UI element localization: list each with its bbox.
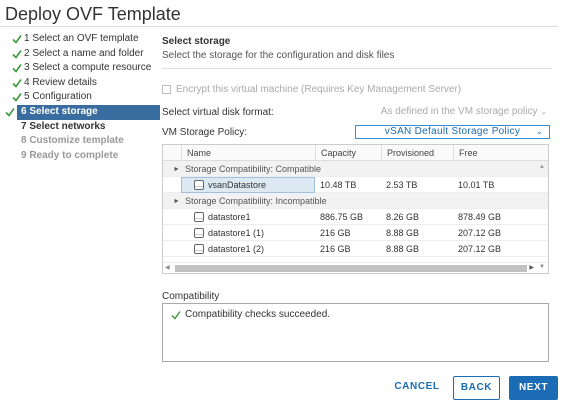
column-header-name[interactable]: Name bbox=[181, 145, 315, 161]
check-icon bbox=[5, 108, 15, 117]
cell-name: datastore1 (2) bbox=[208, 244, 265, 254]
disk-format-value: As defined in the VM storage policy bbox=[380, 106, 538, 117]
table-row[interactable]: datastore1 886.75 GB 8.26 GB 878.49 GB bbox=[163, 209, 548, 225]
compatibility-label: Compatibility bbox=[162, 291, 220, 302]
column-header-free[interactable]: Free bbox=[453, 145, 537, 161]
cell-provisioned: 8.26 GB bbox=[386, 212, 420, 222]
cell-free: 10.01 TB bbox=[458, 180, 495, 190]
wizard-step-label: 4 Review details bbox=[24, 76, 97, 88]
check-icon bbox=[171, 311, 181, 320]
scroll-left-icon[interactable]: ◀ bbox=[165, 264, 170, 271]
encrypt-option: Encrypt this virtual machine (Requires K… bbox=[162, 84, 461, 95]
cancel-button[interactable]: CANCEL bbox=[392, 376, 442, 400]
scrollbar-thumb[interactable] bbox=[175, 265, 527, 272]
disk-format-select[interactable]: As defined in the VM storage policy ⌄ bbox=[358, 106, 553, 117]
check-icon bbox=[12, 78, 22, 88]
column-header-provisioned[interactable]: Provisioned bbox=[381, 145, 453, 161]
cell-capacity: 886.75 GB bbox=[320, 212, 364, 222]
encrypt-checkbox[interactable] bbox=[162, 85, 171, 94]
wizard-step-2[interactable]: 2 Select a name and folder bbox=[4, 47, 160, 62]
wizard-step-8: 8 Customize template bbox=[17, 134, 160, 149]
cell-capacity: 216 GB bbox=[320, 244, 351, 254]
scroll-up-icon[interactable]: ▲ bbox=[539, 164, 545, 170]
wizard-step-5[interactable]: 5 Configuration bbox=[4, 90, 160, 105]
policy-value: vSAN Default Storage Policy bbox=[384, 126, 521, 137]
datastore-icon bbox=[194, 212, 204, 222]
chevron-down-icon: ⌄ bbox=[540, 107, 547, 116]
cell-provisioned: 8.88 GB bbox=[386, 244, 420, 254]
policy-label: VM Storage Policy: bbox=[162, 127, 248, 138]
expand-icon[interactable]: ▲ bbox=[167, 198, 183, 205]
wizard-step-label: 1 Select an OVF template bbox=[24, 33, 139, 44]
section-subtitle: Select the storage for the configuration… bbox=[162, 50, 395, 61]
compatibility-box: Compatibility checks succeeded. bbox=[162, 303, 549, 362]
wizard-step-3[interactable]: 3 Select a compute resource bbox=[4, 61, 160, 76]
wizard-step-label: 6 Select storage bbox=[21, 105, 98, 117]
wizard-steps: 1 Select an OVF template 2 Select a name … bbox=[4, 32, 160, 163]
policy-select[interactable]: vSAN Default Storage Policy ⌄ bbox=[355, 125, 550, 139]
wizard-step-6[interactable]: 6 Select storage bbox=[5, 104, 160, 120]
wizard-step-label: 3 Select a compute resource bbox=[24, 62, 152, 74]
wizard-step-label: 7 Select networks bbox=[21, 120, 106, 132]
check-icon bbox=[12, 35, 22, 44]
cell-free: 207.12 GB bbox=[458, 244, 502, 254]
expand-icon[interactable]: ▲ bbox=[167, 166, 183, 173]
datastore-icon bbox=[194, 180, 204, 190]
cell-free: 207.12 GB bbox=[458, 228, 502, 238]
column-header-capacity[interactable]: Capacity bbox=[315, 145, 381, 161]
scroll-down-icon[interactable]: ▼ bbox=[539, 264, 545, 270]
cell-provisioned: 2.53 TB bbox=[386, 180, 418, 190]
cell-name: datastore1 bbox=[208, 212, 251, 222]
page-title: Deploy OVF Template bbox=[5, 4, 181, 24]
table-row[interactable]: datastore1 (1) 216 GB 8.88 GB 207.12 GB bbox=[163, 225, 548, 241]
cell-free: 878.49 GB bbox=[458, 212, 502, 222]
wizard-step-label: 2 Select a name and folder bbox=[24, 47, 144, 59]
cell-provisioned: 8.88 GB bbox=[386, 228, 420, 238]
cell-capacity: 10.48 TB bbox=[320, 180, 357, 190]
wizard-step-1[interactable]: 1 Select an OVF template bbox=[4, 32, 160, 47]
group-label: Storage Compatibility: Compatible bbox=[185, 164, 322, 174]
check-icon bbox=[12, 64, 22, 73]
group-row[interactable]: ▲ Storage Compatibility: Compatible bbox=[163, 161, 548, 177]
group-row[interactable]: ▲ Storage Compatibility: Incompatible bbox=[163, 193, 548, 209]
title-divider bbox=[0, 26, 558, 27]
next-button[interactable]: NEXT bbox=[509, 376, 558, 400]
back-button[interactable]: BACK bbox=[453, 376, 500, 400]
table-row[interactable]: datastore1 (2) 216 GB 8.88 GB 207.12 GB bbox=[163, 241, 548, 257]
check-icon bbox=[12, 93, 22, 103]
cell-name: vsanDatastore bbox=[208, 180, 267, 190]
check-icon bbox=[12, 49, 22, 59]
chevron-down-icon: ⌄ bbox=[535, 127, 543, 136]
table-header: Name Capacity Provisioned Free bbox=[163, 145, 548, 161]
compatibility-message: Compatibility checks succeeded. bbox=[185, 309, 331, 320]
wizard-step-label: 8 Customize template bbox=[21, 135, 124, 147]
horizontal-scrollbar[interactable]: ◀ ▶ ▼ bbox=[163, 262, 548, 273]
datastore-table: Name Capacity Provisioned Free ▲ Storage … bbox=[162, 144, 549, 274]
cell-name: datastore1 (1) bbox=[208, 228, 265, 238]
main-content: Select storage Select the storage for th… bbox=[162, 32, 554, 362]
table-row[interactable]: vsanDatastore 10.48 TB 2.53 TB 10.01 TB bbox=[163, 177, 548, 193]
scroll-right-icon[interactable]: ▶ bbox=[529, 264, 534, 271]
wizard-step-9: 9 Ready to complete bbox=[17, 149, 160, 164]
wizard-step-7[interactable]: 7 Select networks bbox=[17, 120, 160, 135]
wizard-step-label: 5 Configuration bbox=[24, 91, 92, 103]
section-divider bbox=[162, 68, 552, 69]
section-title: Select storage bbox=[162, 36, 231, 47]
wizard-step-label: 9 Ready to complete bbox=[21, 149, 119, 161]
disk-format-label: Select virtual disk format: bbox=[162, 107, 274, 118]
datastore-icon bbox=[194, 244, 204, 254]
cell-capacity: 216 GB bbox=[320, 228, 351, 238]
wizard-step-4[interactable]: 4 Review details bbox=[4, 76, 160, 91]
datastore-icon bbox=[194, 228, 204, 238]
encrypt-label: Encrypt this virtual machine (Requires K… bbox=[176, 84, 462, 95]
group-label: Storage Compatibility: Incompatible bbox=[185, 196, 327, 206]
